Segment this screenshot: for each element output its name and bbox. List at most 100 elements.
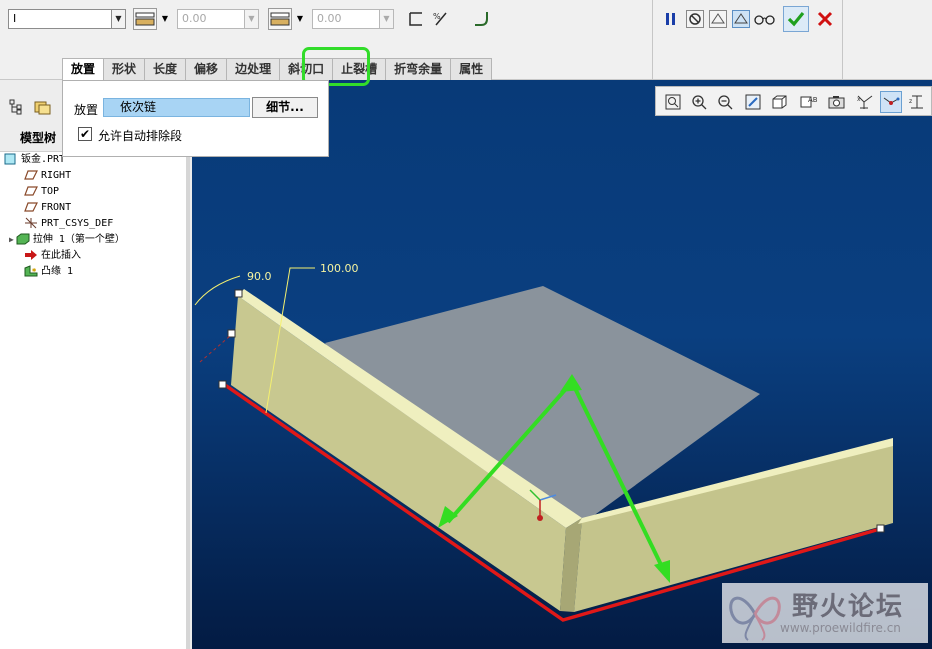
thickness-value-2: 0.00 [317, 12, 342, 25]
tab-length[interactable]: 长度 [144, 58, 187, 80]
camera-icon [828, 96, 845, 109]
end-length-button[interactable] [268, 8, 292, 30]
zoom-out-button[interactable] [714, 91, 736, 113]
graphics-window[interactable]: 90.0 100.00 [192, 80, 932, 649]
details-button[interactable]: 细节... [252, 97, 318, 118]
shading-button[interactable] [769, 91, 791, 113]
flip-direction-button[interactable]: % [430, 8, 452, 30]
saved-views-icon: AB [800, 96, 818, 108]
refit-zoom-icon [665, 94, 681, 110]
flange-type-combo[interactable]: I ▼ [8, 9, 126, 29]
forum-watermark: 野火论坛 www.proewildfire.cn [722, 583, 928, 643]
part-icon [4, 153, 18, 165]
tree-structure-icon [9, 99, 22, 115]
refit-button[interactable] [662, 91, 684, 113]
datum-points-toggle[interactable] [880, 91, 902, 113]
csys-toggle[interactable]: z [906, 91, 928, 113]
datum-plane-icon [24, 169, 38, 181]
csys-display-icon: z [909, 95, 923, 109]
saved-views-button[interactable]: AB [798, 91, 820, 113]
dashboard-tabs: 放置 形状 长度 偏移 边处理 斜切口 止裂槽 折弯余量 属性 [62, 58, 493, 81]
placement-label: 放置 [74, 103, 99, 117]
toolbar-divider [842, 0, 843, 80]
watermark-url: www.proewildfire.cn [780, 621, 901, 635]
verify-preview-icon [732, 10, 750, 28]
tab-shape[interactable]: 形状 [103, 58, 146, 80]
tab-edge-treatment[interactable]: 边处理 [226, 58, 281, 80]
no-preview-button[interactable] [684, 8, 706, 30]
display-style-icon [772, 95, 787, 109]
tab-bend-allowance[interactable]: 折弯余量 [385, 58, 452, 80]
placement-panel: 放置 依次链 细节... ✔ 允许自动排除段 [62, 80, 329, 157]
tab-properties[interactable]: 属性 [450, 58, 493, 80]
start-length-dropdown[interactable]: ▼ [160, 8, 170, 30]
tree-node-right[interactable]: RIGHT [24, 169, 71, 183]
no-preview-icon [686, 10, 704, 28]
length-type-icon [270, 12, 290, 26]
tree-node-csys[interactable]: PRT_CSYS_DEF [24, 217, 113, 231]
folder-browser-tab[interactable] [30, 94, 56, 120]
model-view[interactable] [192, 80, 932, 649]
svg-text:x: x [857, 96, 861, 103]
thickness-value-1: 0.00 [182, 12, 207, 25]
tree-node-front[interactable]: FRONT [24, 201, 71, 215]
hidden-dimension-line [199, 335, 231, 363]
model-tree-title: 模型树 [20, 131, 57, 145]
datum-planes-toggle[interactable]: x [854, 91, 876, 113]
flange-type-value: I [13, 12, 17, 25]
watermark-title: 野火论坛 [792, 592, 905, 622]
extrude-icon [16, 233, 30, 245]
glasses-icon [754, 15, 775, 25]
view-manager-button[interactable] [826, 91, 848, 113]
zoom-out-icon [718, 95, 733, 110]
pause-icon [666, 13, 675, 25]
tree-node-top[interactable]: TOP [24, 185, 59, 199]
thickness-field-1[interactable]: 0.00 ▼ [177, 9, 259, 29]
flange-icon: ✱ [24, 265, 38, 277]
pause-button[interactable] [660, 8, 682, 30]
tree-node-extrude[interactable]: ▶ 拉伸 1（第一个壁） [9, 233, 125, 247]
datum-plane-icon [24, 185, 38, 197]
cancel-button[interactable] [814, 8, 836, 30]
tree-node-insert-here[interactable]: 在此插入 [24, 249, 81, 263]
svg-text:AB: AB [808, 96, 818, 104]
bend-radius-side-button[interactable] [470, 8, 492, 30]
svg-text:z: z [909, 98, 912, 105]
model-tree-tab[interactable] [3, 94, 29, 120]
verify-preview-button[interactable] [730, 8, 752, 30]
glasses-preview-button[interactable] [754, 8, 776, 30]
attached-preview-button[interactable] [707, 8, 729, 30]
svg-text:%: % [433, 12, 441, 21]
view-toolbar: AB x z [655, 86, 932, 116]
auto-exclude-checkbox[interactable]: ✔ [78, 127, 92, 141]
angle-dimension-arc [194, 275, 241, 306]
tab-offset[interactable]: 偏移 [185, 58, 228, 80]
thickness-field-2[interactable]: 0.00 ▼ [312, 9, 394, 29]
start-length-button[interactable] [133, 8, 157, 30]
checkmark-icon [787, 11, 805, 27]
tree-node-part[interactable]: 钣金.PRT [4, 153, 65, 167]
tab-placement[interactable]: 放置 [62, 58, 105, 81]
zoom-in-button[interactable] [688, 91, 710, 113]
end-length-dropdown[interactable]: ▼ [295, 8, 305, 30]
datum-plane-icon [24, 201, 38, 213]
drag-handle[interactable] [227, 329, 236, 338]
expand-arrow-icon[interactable]: ▶ [9, 235, 14, 244]
flip-side-button[interactable] [405, 8, 427, 30]
repaint-icon [745, 94, 761, 110]
csys-icon [24, 217, 38, 229]
drag-handle[interactable] [876, 524, 885, 533]
drag-handle[interactable] [218, 380, 227, 389]
repaint-button[interactable] [742, 91, 764, 113]
drag-handle[interactable] [234, 289, 243, 298]
placement-chain-collector[interactable]: 依次链 [103, 98, 250, 117]
ok-button[interactable] [783, 6, 809, 32]
chevron-down-icon: ▼ [244, 10, 258, 28]
bend-radius-icon [475, 12, 488, 26]
angle-dimension-label[interactable]: 90.0 [247, 270, 272, 283]
tree-node-flange[interactable]: ✱ 凸缘 1 [24, 265, 73, 279]
flip-side-icon [409, 12, 422, 26]
length-dimension-label[interactable]: 100.00 [320, 262, 359, 275]
length-type-icon [135, 12, 155, 26]
chevron-down-icon: ▼ [379, 10, 393, 28]
